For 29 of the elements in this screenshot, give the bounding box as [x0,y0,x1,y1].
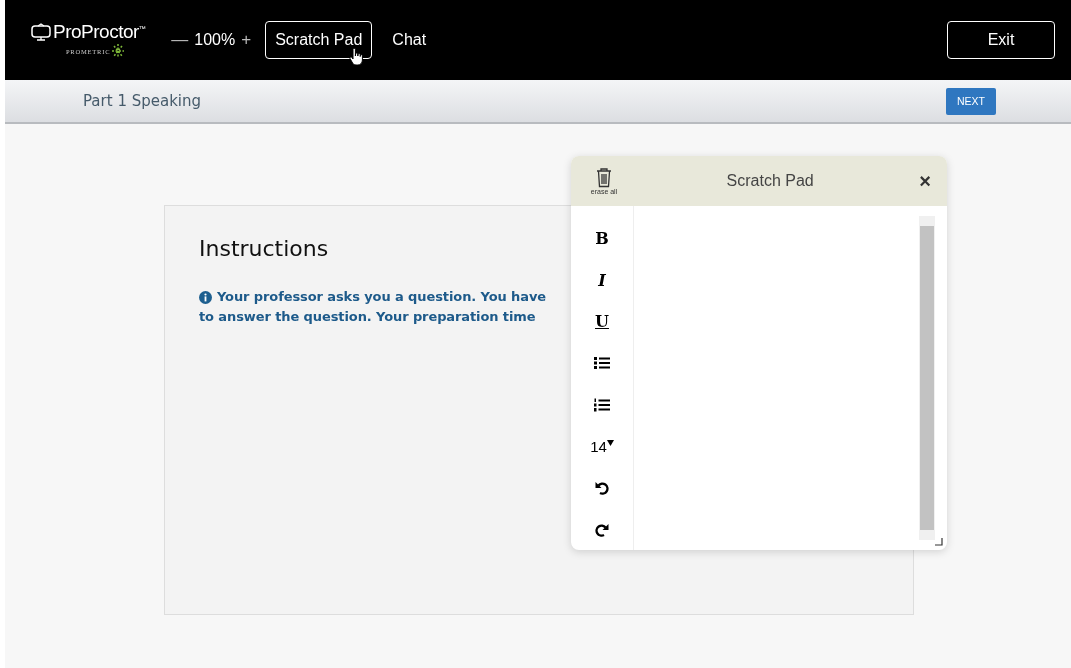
font-size-button[interactable]: 14 [585,425,619,467]
undo-icon [595,480,609,496]
exit-button[interactable]: Exit [947,21,1055,59]
scrollbar[interactable] [919,216,935,540]
bold-button[interactable]: B [585,218,619,260]
zoom-out-button[interactable]: — [167,30,193,50]
underline-button[interactable]: U [585,301,619,343]
header-button[interactable]: Chat [382,21,437,59]
trash-icon [596,167,612,188]
caret-icon [606,439,614,446]
hand-cursor-icon [349,48,363,66]
instructions-title: Instructions [199,236,329,261]
star-burst-icon [111,43,126,59]
next-button[interactable]: NEXT [946,87,996,115]
logo-name: ProProctor$^{™}$ [53,21,146,43]
monitor-icon [31,23,51,41]
scratch-pad-title: Scratch Pad [725,172,815,190]
info-icon [199,290,212,304]
italic-button[interactable]: I [585,259,619,301]
zoom-level: 100% [194,31,236,49]
instruction-text: Your professor asks you a question. You have [217,288,546,306]
zoom-in-button[interactable]: + [237,30,256,50]
bulleted-list-icon [594,356,610,371]
instruction-text: to answer the question. Your preparation time [199,308,536,326]
redo-icon [595,521,609,537]
numbered-list-icon [594,397,610,412]
resize-handle-icon[interactable] [935,538,943,546]
section-title: Part 1 Speaking [83,92,202,110]
close-button[interactable]: × [919,169,931,193]
